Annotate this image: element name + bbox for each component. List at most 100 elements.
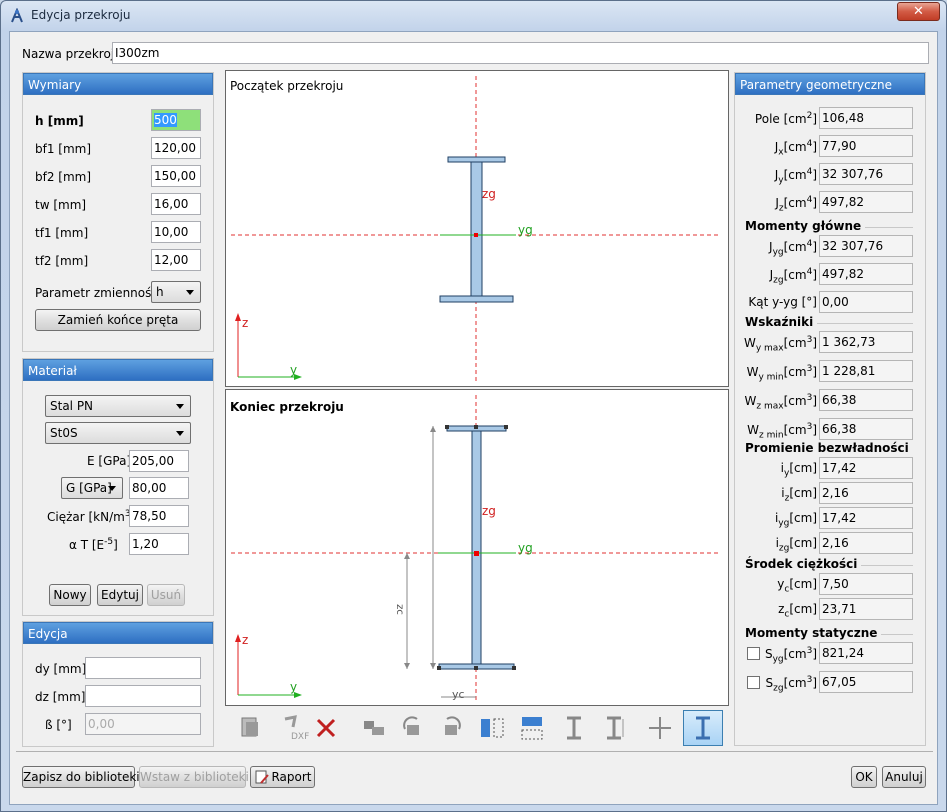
new-material-button[interactable]: Nowy: [49, 584, 91, 606]
e-label: E [GPa]: [87, 454, 132, 468]
start-section-view[interactable]: Początek przekroju zg yg z y: [225, 70, 729, 387]
weight-value[interactable]: 78,50: [129, 505, 189, 527]
geom-param-label: Wz min[cm3]: [747, 422, 817, 441]
swap-ends-button[interactable]: Zamień końce pręta: [35, 309, 201, 331]
geom-param-label: Jz[cm4]: [775, 195, 817, 214]
geom-param-value: 106,48: [819, 107, 913, 129]
static-moment-checkbox[interactable]: [747, 676, 760, 689]
start-section-drawing: [231, 76, 721, 383]
dxf-import-icon[interactable]: DXF: [279, 713, 309, 743]
dimensions-header: Wymiary: [23, 73, 213, 95]
geom-param-label: iz[cm]: [781, 486, 817, 504]
e-value[interactable]: 205,00: [129, 450, 189, 472]
dim-input[interactable]: 16,00: [151, 193, 201, 215]
dz-input[interactable]: [85, 685, 201, 707]
end-zc-label: zc: [393, 604, 405, 615]
section-toolbar: DXF: [225, 709, 729, 749]
app-icon: [11, 8, 23, 23]
static-moment-checkbox[interactable]: [747, 647, 760, 660]
dim-input[interactable]: 12,00: [151, 249, 201, 271]
edit-material-button[interactable]: Edytuj: [97, 584, 143, 606]
geom-section-title: Momenty główne: [745, 219, 866, 233]
width-icon[interactable]: [559, 713, 589, 743]
copy-icon[interactable]: [235, 713, 265, 743]
start-axis-y: y: [290, 363, 298, 377]
geometry-panel: Parametry geometryczne Pole [cm2] 106,48 J…: [734, 72, 926, 746]
start-yg-label: yg: [518, 223, 533, 237]
beta-input[interactable]: 0,00: [85, 713, 201, 735]
window-title: Edycja przekroju: [31, 8, 131, 22]
rotate-right-icon[interactable]: [437, 713, 467, 743]
rotate-left-icon[interactable]: [397, 713, 427, 743]
g-value[interactable]: 80,00: [129, 477, 189, 499]
delete-icon[interactable]: [311, 713, 341, 743]
alpha-label: α T [E-5]: [69, 537, 118, 552]
param-select[interactable]: h: [151, 281, 201, 303]
report-button[interactable]: Raport: [250, 766, 315, 788]
end-yc-label: yc: [452, 688, 465, 701]
geom-param-label: yc[cm]: [777, 577, 817, 595]
weight-label: Ciężar [kN/m3]: [47, 509, 135, 524]
end-yg-label: yg: [518, 541, 533, 555]
geom-param-value: 1 228,81: [819, 360, 913, 382]
steel-select[interactable]: Stal PN: [45, 395, 191, 417]
group-icon[interactable]: [359, 713, 389, 743]
name-label: Nazwa przekroju: [22, 47, 122, 61]
end-section-drawing: [231, 395, 721, 702]
geom-param-label: Jx[cm4]: [774, 139, 817, 158]
geom-param-label: iy[cm]: [780, 461, 817, 479]
mirror-horizontal-icon[interactable]: [477, 713, 507, 743]
geom-param-value: 32 307,76: [819, 235, 913, 257]
separator: [16, 751, 933, 752]
delete-material-button: Usuń: [147, 584, 185, 606]
end-section-view[interactable]: Koniec przekroju zg yg zc yc z y: [225, 389, 729, 706]
geom-param-label: Syg[cm3]: [764, 646, 817, 665]
geom-param-label: Jy[cm4]: [774, 167, 817, 186]
geom-param-value: 23,71: [819, 598, 913, 620]
geom-param-value: 17,42: [819, 457, 913, 479]
ok-button[interactable]: OK: [851, 766, 877, 788]
geom-param-value: 66,38: [819, 389, 913, 411]
save-library-button[interactable]: Zapisz do biblioteki: [22, 766, 140, 788]
dim-input[interactable]: 500: [151, 109, 201, 131]
geom-param-value: 2,16: [819, 482, 913, 504]
geom-param-value: 821,24: [819, 642, 913, 664]
alpha-value[interactable]: 1,20: [129, 533, 189, 555]
dy-label: dy [mm]: [35, 662, 87, 676]
svg-text:DXF: DXF: [291, 732, 309, 742]
dim-input[interactable]: 120,00: [151, 137, 201, 159]
height-icon[interactable]: [599, 713, 629, 743]
geom-section-title: Promienie bezwładności: [745, 441, 913, 455]
title-bar[interactable]: Edycja przekroju ✕: [1, 1, 946, 31]
geom-param-label: Kąt y-yg [°]: [748, 295, 817, 309]
mirror-vertical-icon[interactable]: [517, 713, 547, 743]
geom-section-title: Środek ciężkości: [745, 557, 862, 571]
move-icon[interactable]: [645, 713, 675, 743]
start-zg-label: zg: [482, 187, 496, 201]
dim-label: tf1 [mm]: [35, 226, 89, 240]
dim-label: h [mm]: [35, 114, 84, 128]
report-icon: [255, 770, 269, 784]
cancel-button[interactable]: Anuluj: [882, 766, 926, 788]
g-select[interactable]: G [GPa]: [61, 477, 123, 499]
close-button[interactable]: ✕: [897, 2, 940, 21]
name-input[interactable]: I300zm: [112, 42, 929, 64]
geom-param-value: 497,82: [819, 191, 913, 213]
dim-input[interactable]: 10,00: [151, 221, 201, 243]
geometry-header: Parametry geometryczne: [735, 73, 925, 95]
geom-param-value: 67,05: [819, 671, 913, 693]
dim-input[interactable]: 150,00: [151, 165, 201, 187]
geom-section-title: Wskaźniki: [745, 315, 818, 329]
dy-input[interactable]: [85, 657, 201, 679]
insert-library-button: Wstaw z biblioteki: [139, 766, 249, 788]
grade-select[interactable]: St0S: [45, 422, 191, 444]
geom-param-label: Wy min[cm3]: [746, 364, 817, 383]
dim-label: tw [mm]: [35, 198, 87, 212]
geom-param-label: Pole [cm2]: [754, 111, 817, 126]
geom-section-title: Momenty statyczne: [745, 626, 882, 640]
geom-param-value: 2,16: [819, 532, 913, 554]
geom-param-label: Jzg[cm4]: [769, 267, 817, 286]
geom-param-label: Wz max[cm3]: [744, 393, 817, 412]
dimension-view-icon[interactable]: [683, 710, 723, 746]
geom-param-value: 497,82: [819, 263, 913, 285]
